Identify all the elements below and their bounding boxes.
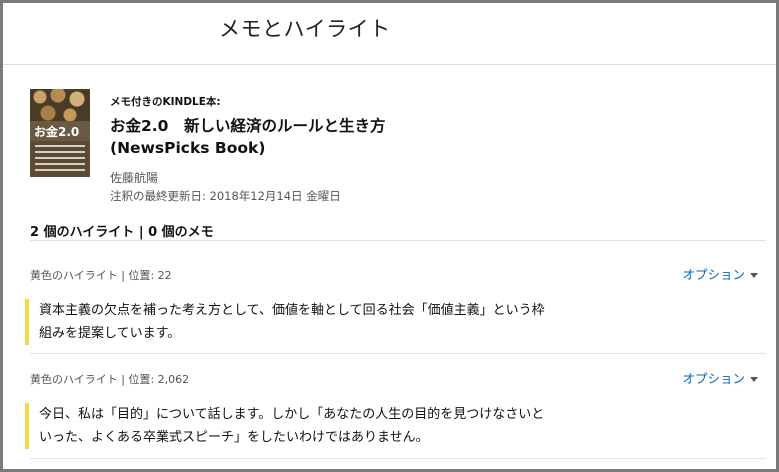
divider	[30, 240, 766, 241]
highlight-text: 今日、私は「目的」について話します。しかし「あなたの人生の目的を見つけなさいと …	[25, 403, 635, 449]
book-author: 佐藤航陽	[110, 171, 159, 185]
window-frame: メモとハイライト お金2.0 メモ付きのKINDLE本: お金2.0 新しい経済…	[0, 0, 779, 472]
highlight-text: 資本主義の欠点を補った考え方として、価値を軸として回る社会「価値主義」という枠 …	[25, 299, 635, 345]
page-header: メモとハイライト	[3, 3, 776, 65]
book-info: お金2.0 メモ付きのKINDLE本: お金2.0 新しい経済のルールと生き方 …	[30, 89, 750, 209]
caret-down-icon	[750, 377, 758, 382]
last-updated-date: 注釈の最終更新日: 2018年12月14日 金曜日	[110, 189, 341, 203]
book-title[interactable]: お金2.0 新しい経済のルールと生き方 (NewsPicks Book)	[110, 115, 710, 159]
cover-coins-image	[30, 89, 90, 121]
highlight-text-line: 組みを提案しています。	[39, 326, 181, 341]
highlight-meta: 黄色のハイライト | 位置: 2,062	[30, 373, 190, 386]
options-dropdown[interactable]: オプション	[682, 264, 758, 283]
options-label: オプション	[682, 371, 745, 386]
options-dropdown[interactable]: オプション	[682, 368, 758, 387]
kindle-section-label: メモ付きのKINDLE本:	[110, 96, 221, 108]
book-title-line1: お金2.0 新しい経済のルールと生き方	[110, 117, 386, 135]
highlight-text-line: 資本主義の欠点を補った考え方として、価値を軸として回る社会「価値主義」という枠	[39, 303, 545, 318]
cover-title: お金2.0	[34, 125, 80, 139]
divider	[30, 353, 766, 354]
highlight-text-line: 今日、私は「目的」について話します。しかし「あなたの人生の目的を見つけなさいと	[39, 407, 545, 422]
cover-band	[30, 141, 90, 177]
options-label: オプション	[682, 267, 745, 282]
divider	[30, 458, 766, 459]
book-cover[interactable]: お金2.0	[30, 89, 90, 177]
highlight-meta: 黄色のハイライト | 位置: 22	[30, 269, 172, 282]
highlight-text-line: いった、よくある卒業式スピーチ」をしたいわけではありません。	[39, 430, 429, 445]
page-title: メモとハイライト	[219, 17, 391, 41]
book-title-line2: (NewsPicks Book)	[110, 139, 266, 157]
highlight-note-counts: 2 個のハイライト | 0 個のメモ	[30, 225, 214, 240]
caret-down-icon	[750, 273, 758, 278]
